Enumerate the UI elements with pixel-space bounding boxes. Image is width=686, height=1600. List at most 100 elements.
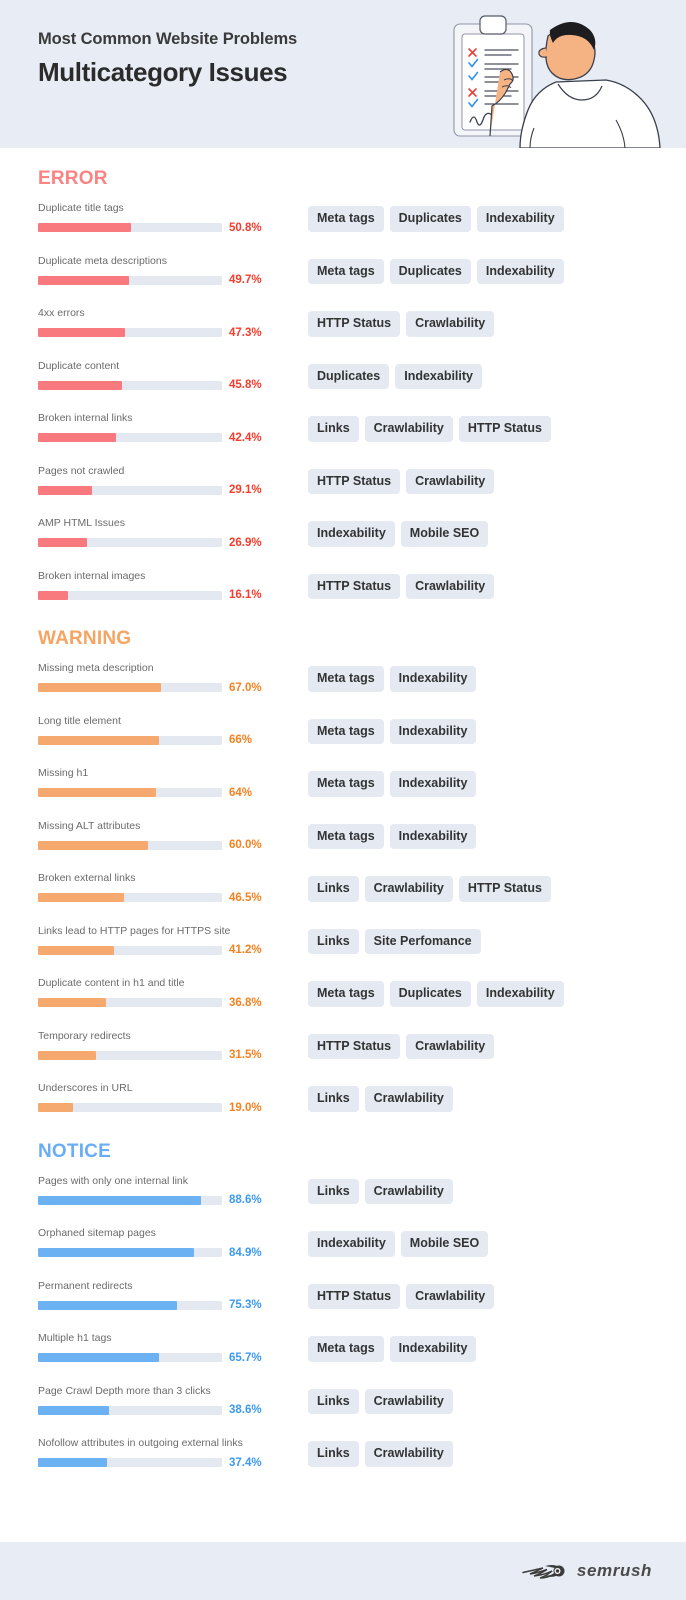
category-tag[interactable]: Indexability [476, 258, 564, 284]
category-tag[interactable]: Crawlability [364, 1086, 453, 1112]
bar-percent-value: 16.1% [229, 589, 262, 602]
category-tag[interactable]: HTTP Status [308, 1283, 401, 1309]
category-tag[interactable]: HTTP Status [308, 311, 401, 337]
category-tag[interactable]: Links [308, 876, 359, 902]
issue-label: Broken internal images [38, 569, 146, 582]
section-notice: NOTICE Pages with only one internal link 8… [0, 1141, 686, 1482]
bar-fill [38, 433, 117, 443]
issue-metric: Links lead to HTTP pages for HTTPS site 4… [0, 917, 300, 957]
category-tag[interactable]: Crawlability [364, 1388, 453, 1414]
issue-row: Missing ALT attributes 60.0% Meta tags Inde… [0, 812, 686, 865]
category-tag-list: Indexability Mobile SEO [300, 1219, 686, 1257]
category-tag[interactable]: Meta tags [308, 258, 384, 284]
category-tag[interactable]: Duplicates [308, 363, 390, 389]
category-tag[interactable]: Meta tags [308, 771, 384, 797]
issue-label: Missing ALT attributes [38, 819, 141, 832]
category-tag[interactable]: Meta tags [308, 666, 384, 692]
bar-percent-value: 37.4% [229, 1456, 262, 1469]
category-tag[interactable]: Mobile SEO [400, 1231, 489, 1257]
category-tag[interactable]: Links [308, 1441, 359, 1467]
category-tag[interactable]: Indexability [389, 718, 477, 744]
bar-percent-value: 47.3% [229, 326, 262, 339]
category-tag[interactable]: Site Perfomance [364, 928, 481, 954]
bar-percent-value: 60.0% [229, 839, 262, 852]
bar-line: 19.0% [38, 1102, 300, 1114]
category-tag[interactable]: Meta tags [308, 206, 384, 232]
category-tag[interactable]: Crawlability [364, 1178, 453, 1204]
header-kicker: Most Common Website Problems [38, 30, 298, 48]
issue-row: Links lead to HTTP pages for HTTPS site 4… [0, 917, 686, 970]
category-tag[interactable]: Links [308, 416, 359, 442]
category-tag[interactable]: Indexability [476, 981, 564, 1007]
category-tag[interactable]: Crawlability [364, 876, 453, 902]
category-tag[interactable]: Indexability [389, 771, 477, 797]
category-tag[interactable]: Indexability [389, 1336, 477, 1362]
section-warning: WARNING Missing meta description 67.0% Meta… [0, 628, 686, 1127]
category-tag[interactable]: Indexability [389, 823, 477, 849]
bar-line: 46.5% [38, 892, 300, 904]
issue-row: Underscores in URL 19.0% Links Crawlability [0, 1074, 686, 1127]
bar-line: 50.8% [38, 222, 300, 234]
bar-fill [38, 1195, 202, 1205]
bar-line: 42.4% [38, 432, 300, 444]
category-tag[interactable]: Links [308, 1388, 359, 1414]
issue-metric: Broken internal images 16.1% [0, 562, 300, 602]
bar-fill [38, 1405, 110, 1415]
bar-track [38, 1458, 222, 1468]
bar-line: 37.4% [38, 1457, 300, 1469]
category-tag[interactable]: HTTP Status [458, 876, 551, 902]
issue-row: Broken internal images 16.1% HTTP Status Cr… [0, 562, 686, 615]
category-tag-list: Meta tags Duplicates Indexability [300, 969, 686, 1007]
bar-fill [38, 223, 132, 233]
category-tag[interactable]: Meta tags [308, 981, 384, 1007]
bar-line: 47.3% [38, 327, 300, 339]
category-tag[interactable]: Indexability [308, 521, 395, 547]
category-tag[interactable]: Duplicates [389, 206, 471, 232]
category-tag[interactable]: HTTP Status [308, 1033, 401, 1059]
bar-percent-value: 41.2% [229, 944, 262, 957]
category-tag[interactable]: Indexability [389, 666, 477, 692]
category-tag[interactable]: Links [308, 928, 359, 954]
category-tag-list: Links Crawlability [300, 1074, 686, 1112]
issue-row: Pages not crawled 29.1% HTTP Status Crawlab… [0, 457, 686, 510]
category-tag[interactable]: HTTP Status [458, 416, 551, 442]
category-tag[interactable]: Links [308, 1178, 359, 1204]
issue-label: Duplicate title tags [38, 202, 124, 214]
issue-label: Underscores in URL [38, 1082, 133, 1094]
category-tag[interactable]: HTTP Status [308, 468, 401, 494]
category-tag[interactable]: Mobile SEO [400, 521, 489, 547]
semrush-logo[interactable]: semrush [522, 1561, 652, 1581]
bar-percent-value: 50.8% [229, 221, 262, 234]
category-tag[interactable]: Indexability [308, 1231, 395, 1257]
issue-label: Page Crawl Depth more than 3 clicks [38, 1384, 211, 1397]
category-tag[interactable]: HTTP Status [308, 573, 401, 599]
bar-fill [38, 840, 149, 850]
category-tag[interactable]: Crawlability [406, 311, 495, 337]
category-tag[interactable]: Indexability [395, 363, 482, 389]
category-tag[interactable]: Meta tags [308, 718, 384, 744]
category-tag[interactable]: Duplicates [389, 258, 471, 284]
issue-row: Multiple h1 tags 65.7% Meta tags Indexabili… [0, 1324, 686, 1377]
bar-track [38, 788, 222, 798]
bar-track [38, 683, 222, 693]
category-tag[interactable]: Links [308, 1086, 359, 1112]
bar-line: 84.9% [38, 1247, 300, 1259]
category-tag[interactable]: Indexability [476, 206, 564, 232]
category-tag[interactable]: Crawlability [406, 573, 495, 599]
category-tag[interactable]: Crawlability [364, 1441, 453, 1467]
category-tag[interactable]: Meta tags [308, 1336, 384, 1362]
category-tag[interactable]: Duplicates [389, 981, 471, 1007]
issue-row: Broken internal links 42.4% Links Crawlabil… [0, 404, 686, 457]
bar-percent-value: 66% [229, 734, 253, 747]
category-tag[interactable]: Meta tags [308, 823, 384, 849]
sections-root: ERROR Duplicate title tags 50.8% Meta tags D… [0, 168, 686, 1482]
bar-fill [38, 275, 130, 285]
category-tag[interactable]: Crawlability [406, 1283, 495, 1309]
bar-fill [38, 328, 126, 338]
issue-label: Temporary redirects [38, 1029, 131, 1042]
category-tag[interactable]: Crawlability [406, 1033, 495, 1059]
issue-label: Missing meta description [38, 662, 154, 674]
category-tag[interactable]: Crawlability [364, 416, 453, 442]
issue-row: Broken external links 46.5% Links Crawlabil… [0, 864, 686, 917]
category-tag[interactable]: Crawlability [406, 468, 495, 494]
